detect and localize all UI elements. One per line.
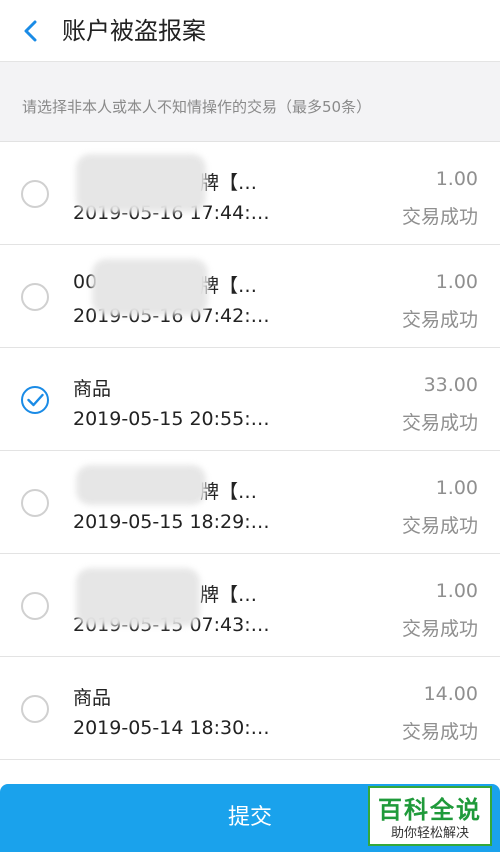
checkmark-icon	[27, 393, 44, 407]
transaction-name: 牌【…	[200, 584, 258, 606]
transaction-row[interactable]: 商品 2019-05-14 18:30:… 14.00 交易成功	[0, 657, 500, 760]
radio-unchecked[interactable]	[21, 283, 49, 311]
transaction-amount: 1.00	[435, 477, 478, 499]
nav-header: 账户被盗报案	[0, 0, 500, 62]
watermark-logo: 百科全说 助你轻松解决	[368, 786, 492, 846]
transaction-amount: 33.00	[423, 374, 478, 396]
radio-unchecked[interactable]	[21, 180, 49, 208]
radio-unchecked[interactable]	[21, 695, 49, 723]
transaction-time: 2019-05-15 20:55:…	[73, 408, 270, 430]
transaction-amount: 1.00	[435, 168, 478, 190]
transaction-status: 交易成功	[401, 618, 478, 640]
transaction-status: 交易成功	[401, 309, 478, 331]
transaction-row[interactable]: 00 牌【… 2019-05-16 07:42:… 1.00 交易成功	[0, 245, 500, 348]
transaction-name: 牌【…	[200, 172, 258, 194]
transaction-row[interactable]: 牌【… 2019-05-15 18:29:… 1.00 交易成功	[0, 451, 500, 554]
redaction-blur	[92, 259, 208, 315]
transaction-name: 商品	[73, 687, 112, 709]
transaction-name: 牌【…	[200, 481, 258, 503]
transaction-amount: 14.00	[423, 683, 478, 705]
radio-unchecked[interactable]	[21, 489, 49, 517]
watermark-subtitle: 助你轻松解决	[390, 826, 469, 841]
radio-checked[interactable]	[21, 386, 49, 414]
transaction-status: 交易成功	[401, 206, 478, 228]
transaction-time: 2019-05-15 18:29:…	[73, 511, 270, 533]
radio-unchecked[interactable]	[21, 592, 49, 620]
transaction-row[interactable]: 牌【… 2019-05-15 07:43:… 1.00 交易成功	[0, 554, 500, 657]
transaction-name: 商品	[73, 378, 112, 400]
back-button[interactable]	[14, 14, 48, 48]
chevron-left-icon	[24, 20, 37, 42]
watermark-title: 百科全说	[378, 796, 482, 824]
transaction-time: 2019-05-14 18:30:…	[73, 717, 270, 739]
transaction-row[interactable]: 商品 2019-05-15 20:55:… 33.00 交易成功	[0, 348, 500, 451]
transaction-status: 交易成功	[401, 515, 478, 537]
transaction-amount: 1.00	[435, 580, 478, 602]
hint-text: 请选择非本人或本人不知情操作的交易（最多50条）	[22, 98, 372, 116]
transaction-status: 交易成功	[401, 412, 478, 434]
redaction-blur	[76, 154, 206, 212]
transaction-status: 交易成功	[401, 721, 478, 743]
redaction-blur	[76, 465, 206, 505]
redaction-blur	[76, 568, 200, 626]
transaction-name-suffix: 牌【…	[200, 275, 258, 297]
page-title: 账户被盗报案	[62, 17, 206, 45]
transaction-row[interactable]: 牌【… 2019-05-16 17:44:… 1.00 交易成功	[0, 142, 500, 245]
transaction-amount: 1.00	[435, 271, 478, 293]
hint-bar: 请选择非本人或本人不知情操作的交易（最多50条）	[0, 62, 500, 142]
transaction-list: 牌【… 2019-05-16 17:44:… 1.00 交易成功 00 牌【… …	[0, 142, 500, 760]
